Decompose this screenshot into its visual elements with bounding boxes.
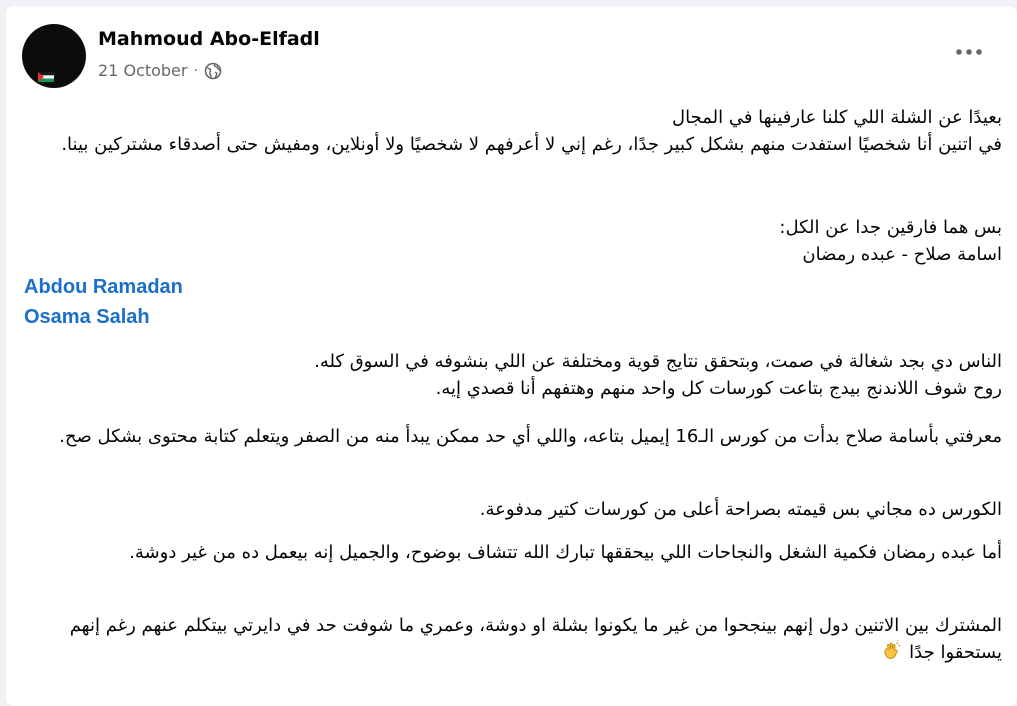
post-line: المشترك بين الاتنين دول إنهم بينجحوا من … (69, 615, 1002, 663)
post-card: Mahmoud Abo-Elfadl 21 October · بعيدًا ع… (6, 6, 1017, 706)
paragraph: معرفتي بأسامة صلاح بدأت من كورس الـ16 إي… (24, 423, 1002, 450)
post-line: اسامة صلاح - عبده رمضان (802, 244, 1002, 265)
post-line: في اتنين أنا شخصيًا استفدت منهم بشكل كبي… (61, 134, 1002, 155)
paragraph: الناس دي بجد شغالة في صمت، وبتحقق نتايج … (24, 348, 1002, 402)
more-options-icon[interactable] (951, 40, 987, 64)
paragraph: المشترك بين الاتنين دول إنهم بينجحوا من … (24, 612, 1002, 666)
paragraph: بعيدًا عن الشلة اللي كلنا عارفينها في ال… (24, 104, 1002, 158)
post-line: معرفتي بأسامة صلاح بدأت من كورس الـ16 إي… (59, 426, 1002, 447)
globe-icon[interactable] (204, 62, 222, 80)
clapping-hands-icon (881, 640, 903, 662)
paragraph: أما عبده رمضان فكمية الشغل والنجاحات الل… (24, 539, 1002, 566)
post-line: روح شوف اللاندنج بيدج بتاعت كورسات كل وا… (435, 378, 1002, 399)
post-date[interactable]: 21 October (98, 61, 187, 80)
paragraph: بس هما فارقين جدا عن الكل: اسامة صلاح - … (24, 214, 1002, 268)
mentions: Abdou Ramadan Osama Salah (24, 272, 183, 332)
post-line: الكورس ده مجاني بس قيمته بصراحة أعلى من … (479, 499, 1002, 520)
post-line: الناس دي بجد شغالة في صمت، وبتحقق نتايج … (314, 351, 1002, 372)
paragraph: الكورس ده مجاني بس قيمته بصراحة أعلى من … (24, 496, 1002, 523)
post-line: أما عبده رمضان فكمية الشغل والنجاحات الل… (129, 542, 1002, 563)
author-name[interactable]: Mahmoud Abo-Elfadl (98, 28, 320, 50)
mention-link[interactable]: Osama Salah (24, 302, 150, 332)
post-line-with-emoji: المشترك بين الاتنين دول إنهم بينجحوا من … (24, 612, 1002, 666)
flag-icon (38, 72, 54, 82)
avatar[interactable] (22, 24, 86, 88)
meta-separator: · (193, 62, 198, 79)
post-meta: 21 October · (98, 61, 222, 80)
mention-link[interactable]: Abdou Ramadan (24, 272, 183, 302)
post-line: بس هما فارقين جدا عن الكل: (779, 217, 1002, 238)
post-line: بعيدًا عن الشلة اللي كلنا عارفينها في ال… (672, 107, 1002, 128)
